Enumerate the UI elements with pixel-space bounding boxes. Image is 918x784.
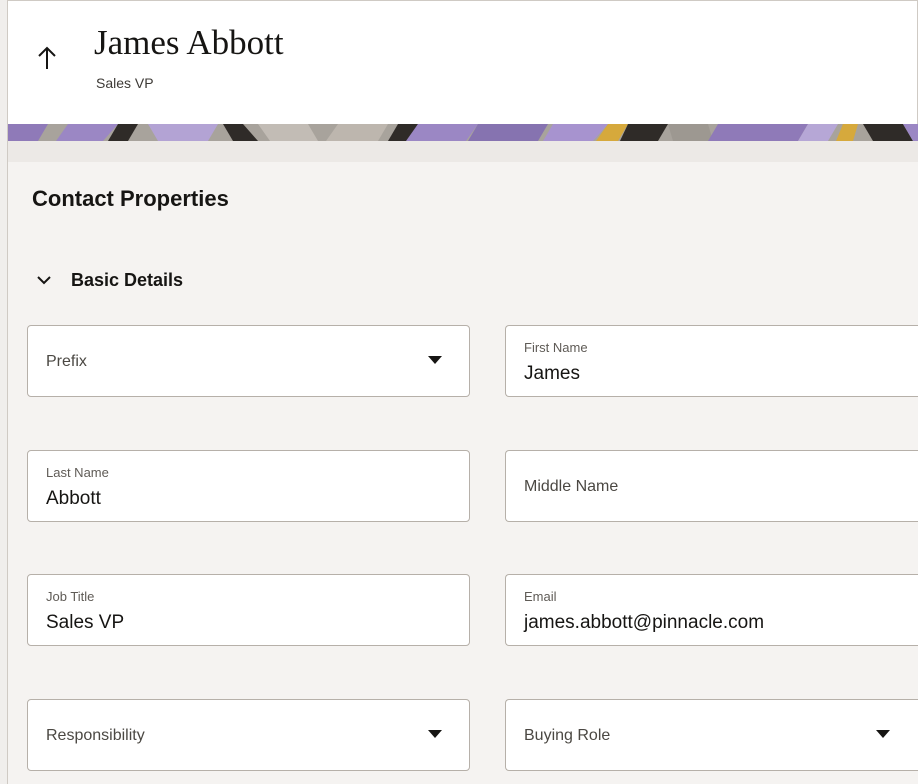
last-name-value: Abbott bbox=[46, 488, 101, 509]
window-edge bbox=[0, 0, 8, 784]
first-name-field[interactable]: First Name James bbox=[505, 325, 918, 397]
responsibility-select[interactable]: Responsibility bbox=[27, 699, 470, 771]
basic-details-toggle[interactable]: Basic Details bbox=[32, 266, 183, 294]
page-title: James Abbott bbox=[94, 23, 284, 62]
page-subtitle: Sales VP bbox=[96, 75, 154, 91]
chevron-down-icon bbox=[36, 272, 52, 288]
arrow-up-icon[interactable] bbox=[36, 45, 58, 71]
banner-shadow bbox=[8, 141, 918, 162]
first-name-label: First Name bbox=[524, 340, 588, 355]
email-label: Email bbox=[524, 589, 557, 604]
caret-down-icon bbox=[428, 356, 442, 364]
first-name-value: James bbox=[524, 363, 580, 384]
middle-name-field[interactable]: Middle Name bbox=[505, 450, 918, 522]
group-label: Basic Details bbox=[71, 269, 184, 290]
email-value: james.abbott@pinnacle.com bbox=[524, 612, 765, 633]
caret-down-icon bbox=[428, 730, 442, 738]
middle-name-label: Middle Name bbox=[524, 478, 619, 495]
caret-down-icon bbox=[876, 730, 890, 738]
record-header: James Abbott Sales VP bbox=[8, 0, 918, 124]
prefix-label: Prefix bbox=[46, 353, 87, 370]
responsibility-label: Responsibility bbox=[46, 727, 145, 744]
decorative-banner bbox=[8, 124, 918, 141]
buying-role-label: Buying Role bbox=[524, 727, 611, 744]
buying-role-select[interactable]: Buying Role bbox=[505, 699, 918, 771]
main-content: Contact Properties Basic Details Prefix … bbox=[8, 162, 918, 784]
job-title-value: Sales VP bbox=[46, 612, 125, 633]
job-title-label: Job Title bbox=[46, 589, 95, 604]
job-title-field[interactable]: Job Title Sales VP bbox=[27, 574, 470, 646]
email-field[interactable]: Email james.abbott@pinnacle.com bbox=[505, 574, 918, 646]
prefix-select[interactable]: Prefix bbox=[27, 325, 470, 397]
last-name-label: Last Name bbox=[46, 465, 109, 480]
last-name-field[interactable]: Last Name Abbott bbox=[27, 450, 470, 522]
section-title: Contact Properties bbox=[32, 186, 229, 211]
